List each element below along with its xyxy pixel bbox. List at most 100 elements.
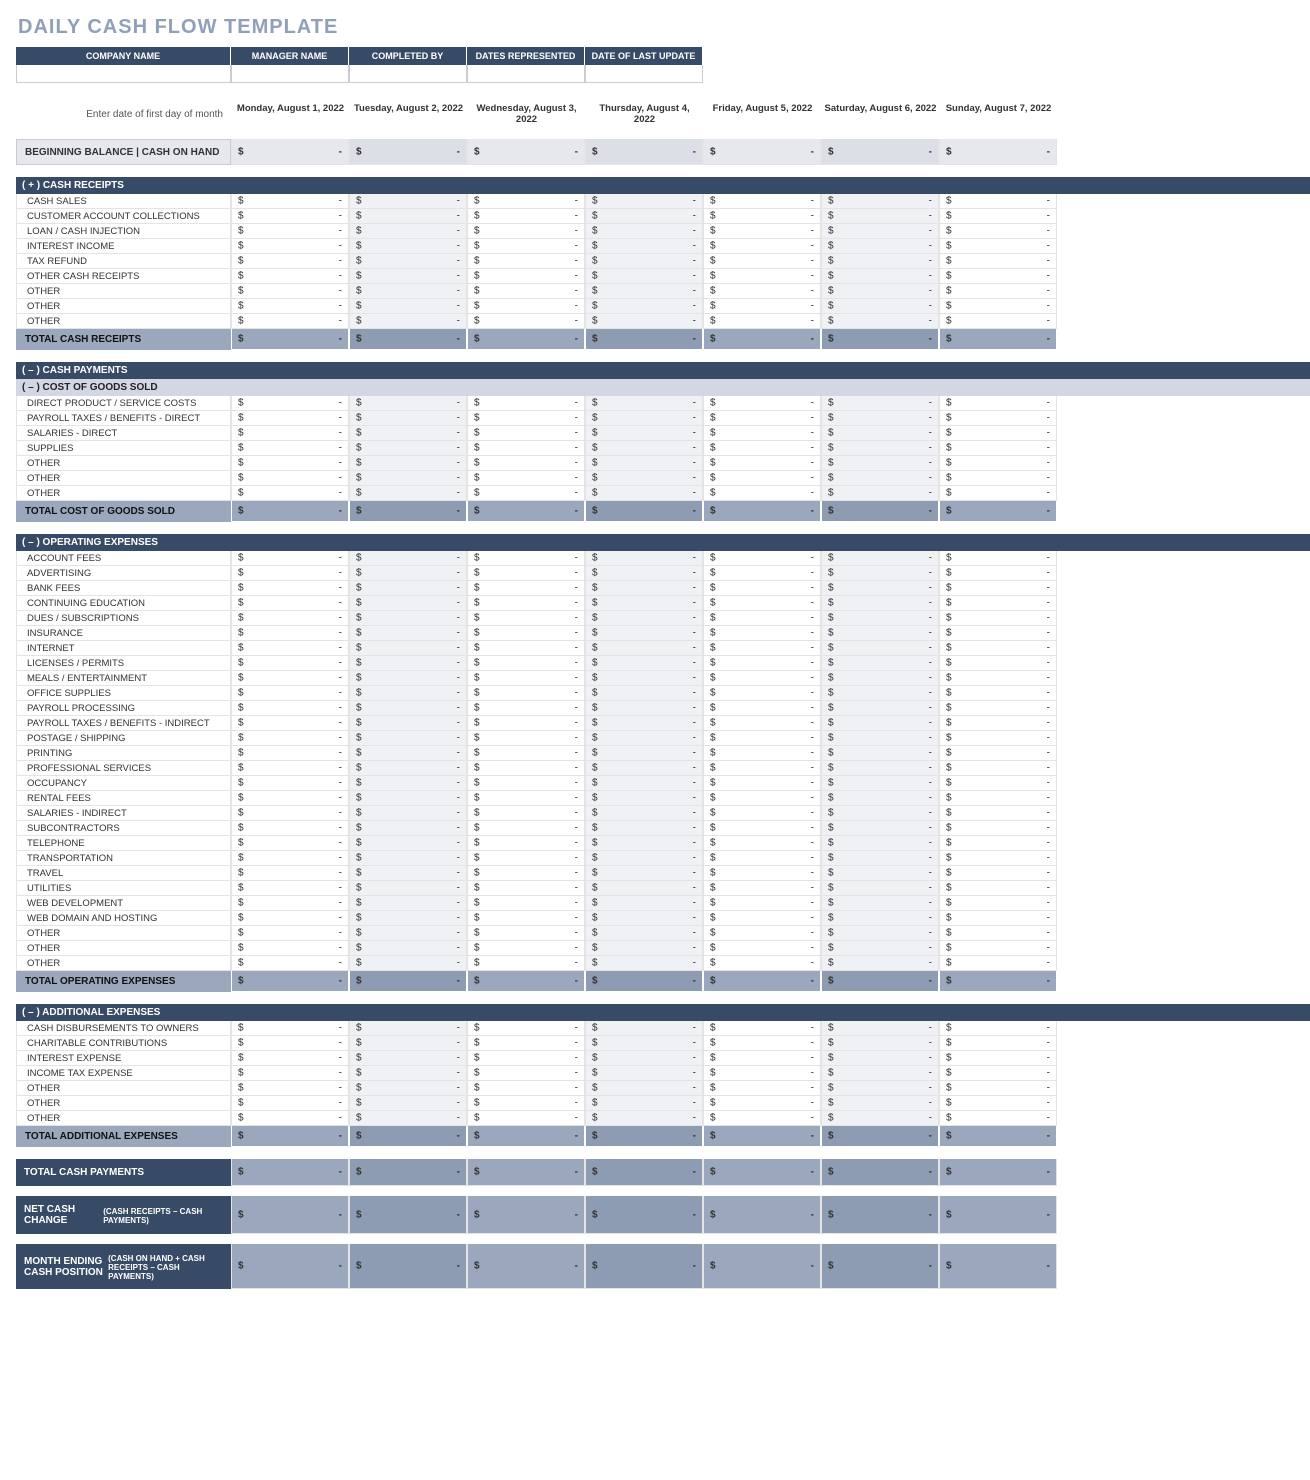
amount-cell[interactable]: $- <box>349 224 467 239</box>
amount-cell[interactable]: $- <box>821 701 939 716</box>
amount-cell[interactable]: $- <box>231 671 349 686</box>
amount-cell[interactable]: $- <box>349 456 467 471</box>
amount-cell[interactable]: $- <box>585 671 703 686</box>
amount-cell[interactable]: $- <box>585 299 703 314</box>
amount-cell[interactable]: $- <box>349 1159 467 1186</box>
amount-cell[interactable]: $- <box>349 791 467 806</box>
amount-cell[interactable]: $- <box>467 791 585 806</box>
amount-cell[interactable]: $- <box>939 806 1057 821</box>
amount-cell[interactable]: $- <box>703 686 821 701</box>
amount-cell[interactable]: $- <box>703 1081 821 1096</box>
amount-cell[interactable]: $- <box>939 866 1057 881</box>
amount-cell[interactable]: $- <box>231 956 349 971</box>
amount-cell[interactable]: $- <box>703 441 821 456</box>
amount-cell[interactable]: $- <box>467 284 585 299</box>
amount-cell[interactable]: $- <box>939 596 1057 611</box>
amount-cell[interactable]: $- <box>939 1111 1057 1126</box>
amount-cell[interactable]: $- <box>821 1096 939 1111</box>
amount-cell[interactable]: $- <box>585 1096 703 1111</box>
amount-cell[interactable]: $- <box>939 426 1057 441</box>
amount-cell[interactable]: $- <box>939 686 1057 701</box>
amount-cell[interactable]: $- <box>703 239 821 254</box>
amount-cell[interactable]: $- <box>585 239 703 254</box>
info-header-input[interactable] <box>349 65 467 83</box>
amount-cell[interactable]: $- <box>821 471 939 486</box>
amount-cell[interactable]: $- <box>703 656 821 671</box>
amount-cell[interactable]: $- <box>585 881 703 896</box>
amount-cell[interactable]: $- <box>585 1066 703 1081</box>
amount-cell[interactable]: $- <box>703 596 821 611</box>
amount-cell[interactable]: $- <box>349 836 467 851</box>
amount-cell[interactable]: $- <box>585 456 703 471</box>
amount-cell[interactable]: $- <box>939 1196 1057 1234</box>
amount-cell[interactable]: $- <box>703 254 821 269</box>
amount-cell[interactable]: $- <box>939 611 1057 626</box>
amount-cell[interactable]: $- <box>703 851 821 866</box>
amount-cell[interactable]: $- <box>821 746 939 761</box>
amount-cell[interactable]: $- <box>349 596 467 611</box>
amount-cell[interactable]: $- <box>585 896 703 911</box>
amount-cell[interactable]: $- <box>821 926 939 941</box>
amount-cell[interactable]: $- <box>231 1051 349 1066</box>
amount-cell[interactable]: $- <box>939 926 1057 941</box>
info-header-input[interactable] <box>585 65 703 83</box>
amount-cell[interactable]: $- <box>349 686 467 701</box>
amount-cell[interactable]: $- <box>467 566 585 581</box>
amount-cell[interactable]: $- <box>585 269 703 284</box>
amount-cell[interactable]: $- <box>703 866 821 881</box>
amount-cell[interactable]: $- <box>703 1126 821 1147</box>
amount-cell[interactable]: $- <box>349 486 467 501</box>
amount-cell[interactable]: $- <box>703 269 821 284</box>
amount-cell[interactable]: $- <box>231 1126 349 1147</box>
amount-cell[interactable]: $- <box>349 551 467 566</box>
amount-cell[interactable]: $- <box>349 139 467 165</box>
amount-cell[interactable]: $- <box>467 776 585 791</box>
amount-cell[interactable]: $- <box>467 426 585 441</box>
amount-cell[interactable]: $- <box>349 254 467 269</box>
amount-cell[interactable]: $- <box>231 836 349 851</box>
amount-cell[interactable]: $- <box>467 581 585 596</box>
amount-cell[interactable]: $- <box>231 486 349 501</box>
amount-cell[interactable]: $- <box>821 329 939 350</box>
amount-cell[interactable]: $- <box>349 851 467 866</box>
amount-cell[interactable]: $- <box>349 761 467 776</box>
amount-cell[interactable]: $- <box>467 396 585 411</box>
amount-cell[interactable]: $- <box>939 1021 1057 1036</box>
amount-cell[interactable]: $- <box>939 791 1057 806</box>
amount-cell[interactable]: $- <box>467 761 585 776</box>
amount-cell[interactable]: $- <box>231 239 349 254</box>
amount-cell[interactable]: $- <box>467 441 585 456</box>
amount-cell[interactable]: $- <box>231 716 349 731</box>
amount-cell[interactable]: $- <box>939 456 1057 471</box>
amount-cell[interactable]: $- <box>939 1096 1057 1111</box>
amount-cell[interactable]: $- <box>821 254 939 269</box>
amount-cell[interactable]: $- <box>349 716 467 731</box>
amount-cell[interactable]: $- <box>467 1036 585 1051</box>
amount-cell[interactable]: $- <box>349 1096 467 1111</box>
amount-cell[interactable]: $- <box>349 1051 467 1066</box>
amount-cell[interactable]: $- <box>703 611 821 626</box>
amount-cell[interactable]: $- <box>231 1159 349 1186</box>
amount-cell[interactable]: $- <box>231 611 349 626</box>
amount-cell[interactable]: $- <box>349 1244 467 1289</box>
amount-cell[interactable]: $- <box>939 441 1057 456</box>
amount-cell[interactable]: $- <box>703 314 821 329</box>
amount-cell[interactable]: $- <box>585 501 703 522</box>
amount-cell[interactable]: $- <box>821 1066 939 1081</box>
amount-cell[interactable]: $- <box>349 731 467 746</box>
amount-cell[interactable]: $- <box>467 1096 585 1111</box>
amount-cell[interactable]: $- <box>231 581 349 596</box>
amount-cell[interactable]: $- <box>821 209 939 224</box>
amount-cell[interactable]: $- <box>821 656 939 671</box>
amount-cell[interactable]: $- <box>703 971 821 992</box>
amount-cell[interactable]: $- <box>467 456 585 471</box>
amount-cell[interactable]: $- <box>349 566 467 581</box>
amount-cell[interactable]: $- <box>585 1051 703 1066</box>
amount-cell[interactable]: $- <box>703 1096 821 1111</box>
amount-cell[interactable]: $- <box>821 426 939 441</box>
amount-cell[interactable]: $- <box>703 836 821 851</box>
amount-cell[interactable]: $- <box>939 746 1057 761</box>
amount-cell[interactable]: $- <box>585 821 703 836</box>
amount-cell[interactable]: $- <box>349 1021 467 1036</box>
amount-cell[interactable]: $- <box>703 911 821 926</box>
